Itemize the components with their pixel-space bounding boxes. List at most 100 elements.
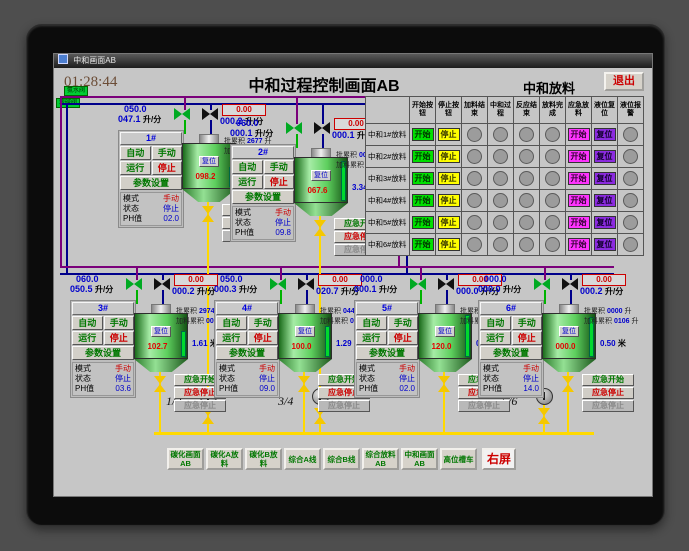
nav-neutralization-screen-button[interactable]: 中和画面AB xyxy=(401,448,438,470)
auto-button[interactable]: 自动 xyxy=(120,146,151,160)
nav-carbonation-b-button[interactable]: 碳化B放料 xyxy=(245,448,282,470)
stop-button[interactable]: 停止 xyxy=(103,331,134,345)
run-button[interactable]: 运行 xyxy=(480,331,511,345)
start-button[interactable]: 开始 xyxy=(411,238,434,251)
start-button[interactable]: 开始 xyxy=(411,172,434,185)
nav-combined-b-button[interactable]: 综合B线 xyxy=(323,448,360,470)
emergency-discharge-button[interactable]: 开始 xyxy=(567,216,590,229)
emergency-discharge-button[interactable]: 开始 xyxy=(567,238,590,251)
feed-valve-b-icon[interactable] xyxy=(562,278,578,290)
feed-valve-a-icon[interactable] xyxy=(126,278,142,290)
params-button[interactable]: 参数设置 xyxy=(120,176,182,190)
stop-button[interactable]: 停止 xyxy=(437,216,460,229)
manual-button[interactable]: 手动 xyxy=(247,316,278,330)
stop-button[interactable]: 停止 xyxy=(437,194,460,207)
exit-button[interactable]: 退出 xyxy=(604,72,644,91)
feed-valve-a-icon[interactable] xyxy=(534,278,550,290)
stop-button[interactable]: 停止 xyxy=(387,331,418,345)
run-button[interactable]: 运行 xyxy=(356,331,387,345)
nav-combined-discharge-button[interactable]: 综合放料AB xyxy=(362,448,399,470)
stop-button[interactable]: 停止 xyxy=(437,150,460,163)
stop-button[interactable]: 停止 xyxy=(247,331,278,345)
nav-carbonation-screen-button[interactable]: 碳化画面AB xyxy=(167,448,204,470)
auto-button[interactable]: 自动 xyxy=(356,316,387,330)
emergency-discharge-button[interactable]: 开始 xyxy=(567,128,590,141)
stop-button[interactable]: 停止 xyxy=(437,172,460,185)
tank-outlet-valve-icon[interactable] xyxy=(438,376,450,392)
tank-funnel xyxy=(418,359,472,372)
level-reset-button[interactable]: 复位 xyxy=(593,216,616,229)
auto-button[interactable]: 自动 xyxy=(480,316,511,330)
level-reset-button[interactable]: 复位 xyxy=(593,128,616,141)
tank-outlet-valve-icon[interactable] xyxy=(298,376,310,392)
run-button[interactable]: 运行 xyxy=(216,331,247,345)
nav-head-tank-button[interactable]: 高位槽车 xyxy=(440,448,477,470)
auto-button[interactable]: 自动 xyxy=(216,316,247,330)
emergency-discharge-button[interactable]: 开始 xyxy=(567,194,590,207)
feed-valve-b-icon[interactable] xyxy=(314,122,330,134)
stop-button[interactable]: 停止 xyxy=(511,331,542,345)
feed-valve-a-icon[interactable] xyxy=(286,122,302,134)
level-reset-button[interactable]: 复位 xyxy=(593,238,616,251)
feed-valve-b-icon[interactable] xyxy=(154,278,170,290)
auto-button[interactable]: 自动 xyxy=(72,316,103,330)
tank-reset-button[interactable]: 复位 xyxy=(435,326,455,337)
feed-valve-a-icon[interactable] xyxy=(410,278,426,290)
emergency-discharge-button[interactable]: 开始 xyxy=(567,172,590,185)
emergency-discharge-button[interactable]: 开始 xyxy=(567,150,590,163)
stop-button[interactable]: 停止 xyxy=(437,238,460,251)
run-button[interactable]: 运行 xyxy=(120,161,151,175)
stop-button[interactable]: 停止 xyxy=(151,161,182,175)
start-button[interactable]: 开始 xyxy=(411,216,434,229)
tank-outlet-valve-icon[interactable] xyxy=(202,206,214,222)
flow-value: 000.3 升/分 xyxy=(214,284,257,295)
neutralize-lamp xyxy=(493,149,508,164)
nav-right-screen-button[interactable]: 右屏 xyxy=(482,448,516,470)
emergency-stop-button[interactable]: 应急停止 xyxy=(582,387,634,399)
col-header: 中和过程 xyxy=(487,96,514,124)
manual-button[interactable]: 手动 xyxy=(263,160,294,174)
tank-reset-button[interactable]: 复位 xyxy=(199,156,219,167)
manual-button[interactable]: 手动 xyxy=(511,316,542,330)
start-button[interactable]: 开始 xyxy=(411,194,434,207)
nav-carbonation-a-button[interactable]: 碳化A放料 xyxy=(206,448,243,470)
emergency-stop-disabled-button[interactable]: 应急停止 xyxy=(582,400,634,412)
feed-valve-a-icon[interactable] xyxy=(174,108,190,120)
feed-valve-a-icon[interactable] xyxy=(270,278,286,290)
manual-button[interactable]: 手动 xyxy=(151,146,182,160)
tank-outlet-valve-icon[interactable] xyxy=(314,220,326,236)
tank-reset-button[interactable]: 复位 xyxy=(151,326,171,337)
tank-reset-button[interactable]: 复位 xyxy=(295,326,315,337)
state-label: 状态 xyxy=(219,374,235,383)
window-titlebar[interactable]: 中和画面AB xyxy=(54,54,652,68)
params-button[interactable]: 参数设置 xyxy=(232,190,294,204)
manual-button[interactable]: 手动 xyxy=(387,316,418,330)
stop-button[interactable]: 停止 xyxy=(437,128,460,141)
start-button[interactable]: 开始 xyxy=(411,150,434,163)
auto-button[interactable]: 自动 xyxy=(232,160,263,174)
params-button[interactable]: 参数设置 xyxy=(480,346,542,360)
feed-valve-b-icon[interactable] xyxy=(298,278,314,290)
tank-reset-button[interactable]: 复位 xyxy=(311,170,331,181)
params-button[interactable]: 参数设置 xyxy=(216,346,278,360)
tank-reset-button[interactable]: 复位 xyxy=(559,326,579,337)
stop-button[interactable]: 停止 xyxy=(263,175,294,189)
run-button[interactable]: 运行 xyxy=(232,175,263,189)
tank-outlet-valve-icon[interactable] xyxy=(562,376,574,392)
unit-id: 6# xyxy=(480,302,542,315)
feed-valve-b-icon[interactable] xyxy=(202,108,218,120)
start-button[interactable]: 开始 xyxy=(411,128,434,141)
tank-outlet-valve-icon[interactable] xyxy=(154,376,166,392)
level-reset-button[interactable]: 复位 xyxy=(593,172,616,185)
params-button[interactable]: 参数设置 xyxy=(356,346,418,360)
level-reset-button[interactable]: 复位 xyxy=(593,194,616,207)
params-button[interactable]: 参数设置 xyxy=(72,346,134,360)
neutralize-lamp xyxy=(493,127,508,142)
emergency-start-button[interactable]: 应急开始 xyxy=(582,374,634,386)
feed-valve-b-icon[interactable] xyxy=(438,278,454,290)
level-reset-button[interactable]: 复位 xyxy=(593,150,616,163)
pipe-acid-left-riser xyxy=(60,96,62,268)
manual-button[interactable]: 手动 xyxy=(103,316,134,330)
run-button[interactable]: 运行 xyxy=(72,331,103,345)
nav-combined-a-button[interactable]: 综合A线 xyxy=(284,448,321,470)
